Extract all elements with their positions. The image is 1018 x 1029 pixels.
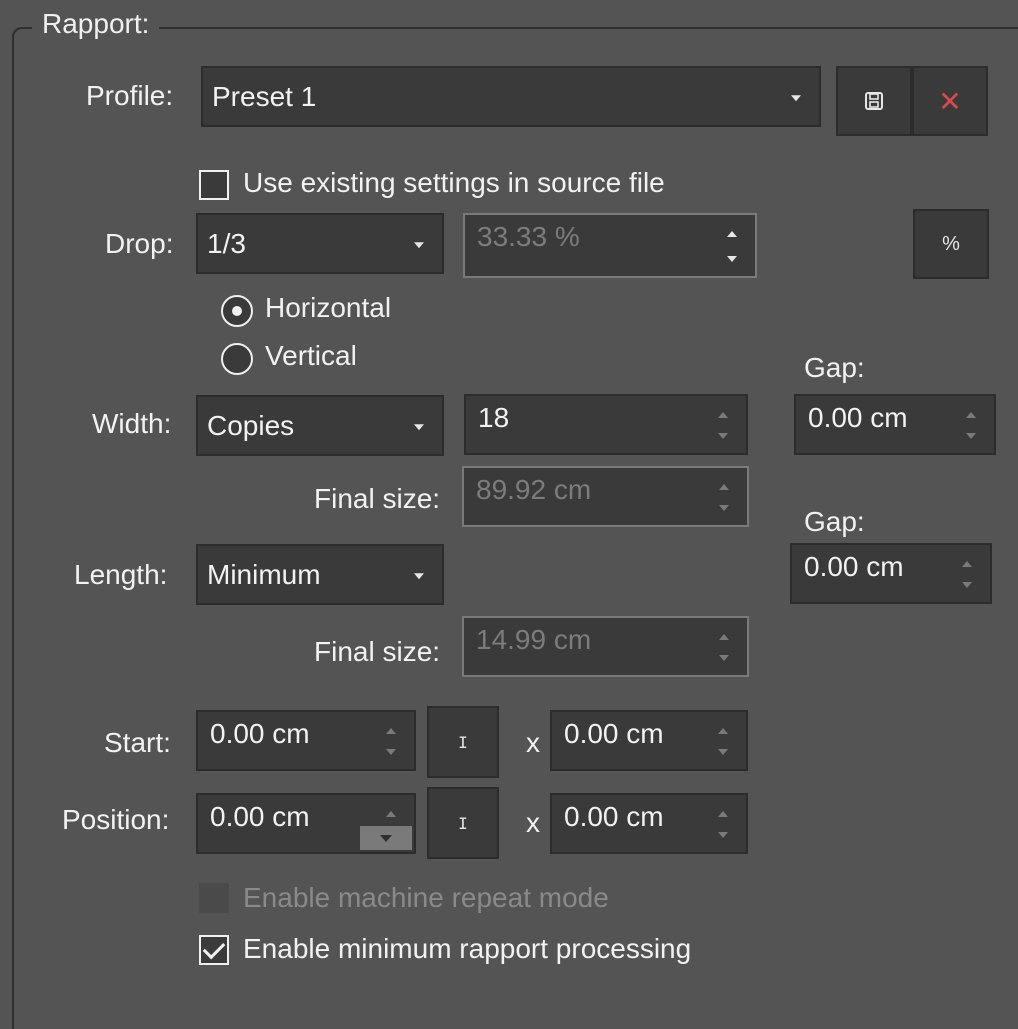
- spin-up-icon[interactable]: [719, 484, 729, 490]
- position-x-spinner[interactable]: 0.00 cm: [196, 793, 416, 854]
- chevron-down-icon: [414, 572, 424, 579]
- spin-down-icon[interactable]: [719, 505, 729, 511]
- length-gap-label: Gap:: [804, 506, 865, 537]
- start-link-button[interactable]: I: [427, 706, 499, 778]
- drop-label: Drop:: [105, 228, 174, 259]
- radio-selected-dot: [232, 306, 242, 316]
- length-final-size-value: 14.99 cm: [476, 624, 592, 655]
- spin-up-icon[interactable]: [966, 412, 976, 418]
- position-link-button[interactable]: I: [427, 787, 499, 859]
- position-y-spinner[interactable]: 0.00 cm: [550, 793, 748, 854]
- length-final-size-spinner[interactable]: 14.99 cm: [462, 616, 749, 677]
- width-count-value: 18: [478, 402, 510, 433]
- width-gap-value: 0.00 cm: [808, 402, 908, 433]
- spin-up-icon[interactable]: [386, 811, 396, 817]
- width-final-size-label: Final size:: [314, 483, 441, 514]
- start-label: Start:: [104, 727, 171, 758]
- width-mode-combo[interactable]: Copies: [196, 395, 444, 456]
- start-y-value: 0.00 cm: [564, 718, 664, 749]
- percent-toggle-button[interactable]: %: [913, 209, 989, 279]
- vertical-radio[interactable]: [221, 343, 253, 375]
- length-gap-spinner[interactable]: 0.00 cm: [790, 543, 992, 604]
- length-gap-value: 0.00 cm: [804, 551, 904, 582]
- checkmark-icon: [202, 936, 226, 960]
- start-y-spinner[interactable]: 0.00 cm: [550, 710, 748, 771]
- spin-down-icon[interactable]: [718, 749, 728, 755]
- width-count-spinner[interactable]: 18: [464, 394, 748, 455]
- width-label: Width:: [92, 408, 172, 439]
- width-final-size-spinner[interactable]: 89.92 cm: [462, 466, 749, 527]
- horizontal-label[interactable]: Horizontal: [265, 292, 391, 324]
- delete-profile-button[interactable]: ✕: [912, 66, 988, 136]
- start-x-spinner[interactable]: 0.00 cm: [196, 710, 416, 771]
- save-icon: [865, 92, 883, 110]
- profile-selected: Preset 1: [212, 80, 317, 112]
- profile-label: Profile:: [86, 80, 174, 111]
- length-final-size-label: Final size:: [314, 636, 441, 667]
- start-separator: x: [526, 727, 540, 758]
- spin-up-icon[interactable]: [718, 811, 728, 817]
- use-existing-checkbox[interactable]: [199, 170, 229, 200]
- chevron-down-icon: [414, 241, 424, 248]
- length-mode-combo[interactable]: Minimum: [196, 544, 444, 605]
- width-final-size-value: 89.92 cm: [476, 474, 592, 505]
- spin-down-icon[interactable]: [719, 655, 729, 661]
- spin-up-icon[interactable]: [718, 728, 728, 734]
- width-gap-label: Gap:: [804, 352, 865, 383]
- percent-icon: %: [942, 232, 960, 255]
- spin-up-icon[interactable]: [719, 634, 729, 640]
- min-rapport-label[interactable]: Enable minimum rapport processing: [243, 933, 691, 965]
- horizontal-radio[interactable]: [221, 295, 253, 327]
- length-label: Length:: [74, 559, 168, 590]
- use-existing-label[interactable]: Use existing settings in source file: [243, 167, 665, 199]
- spin-down-icon[interactable]: [966, 433, 976, 439]
- position-y-value: 0.00 cm: [564, 801, 664, 832]
- close-icon: ✕: [938, 85, 962, 117]
- drop-percent-value: 33.33 %: [477, 221, 580, 252]
- min-rapport-checkbox[interactable]: [199, 935, 229, 965]
- drop-percent-spinner[interactable]: 33.33 %: [463, 213, 757, 278]
- machine-repeat-label: Enable machine repeat mode: [243, 882, 609, 913]
- spin-down-icon[interactable]: [360, 826, 412, 850]
- spin-down-icon[interactable]: [718, 832, 728, 838]
- spin-up-icon[interactable]: [962, 561, 972, 567]
- drop-selected: 1/3: [207, 227, 246, 259]
- spin-up-icon[interactable]: [718, 412, 728, 418]
- spin-up-icon[interactable]: [386, 728, 396, 734]
- save-profile-button[interactable]: [836, 66, 912, 136]
- chevron-down-icon: [791, 94, 801, 101]
- start-x-value: 0.00 cm: [210, 718, 310, 749]
- rapport-group-title: Rapport:: [32, 8, 160, 40]
- machine-repeat-checkbox[interactable]: [199, 883, 229, 913]
- position-separator: x: [526, 807, 540, 838]
- link-icon: I: [458, 732, 468, 752]
- drop-combo[interactable]: 1/3: [196, 213, 444, 274]
- width-mode-selected: Copies: [207, 409, 295, 441]
- length-mode-selected: Minimum: [207, 558, 321, 590]
- spin-down-icon[interactable]: [962, 582, 972, 588]
- position-x-value: 0.00 cm: [210, 801, 310, 832]
- spin-down-icon[interactable]: [386, 749, 396, 755]
- profile-combo[interactable]: Preset 1: [201, 66, 821, 127]
- vertical-label[interactable]: Vertical: [265, 340, 357, 372]
- link-icon: I: [458, 813, 468, 833]
- width-gap-spinner[interactable]: 0.00 cm: [794, 394, 996, 455]
- position-label: Position:: [62, 804, 170, 835]
- spin-down-icon[interactable]: [727, 256, 737, 262]
- spin-up-icon[interactable]: [727, 231, 737, 237]
- chevron-down-icon: [414, 423, 424, 430]
- spin-down-icon[interactable]: [718, 433, 728, 439]
